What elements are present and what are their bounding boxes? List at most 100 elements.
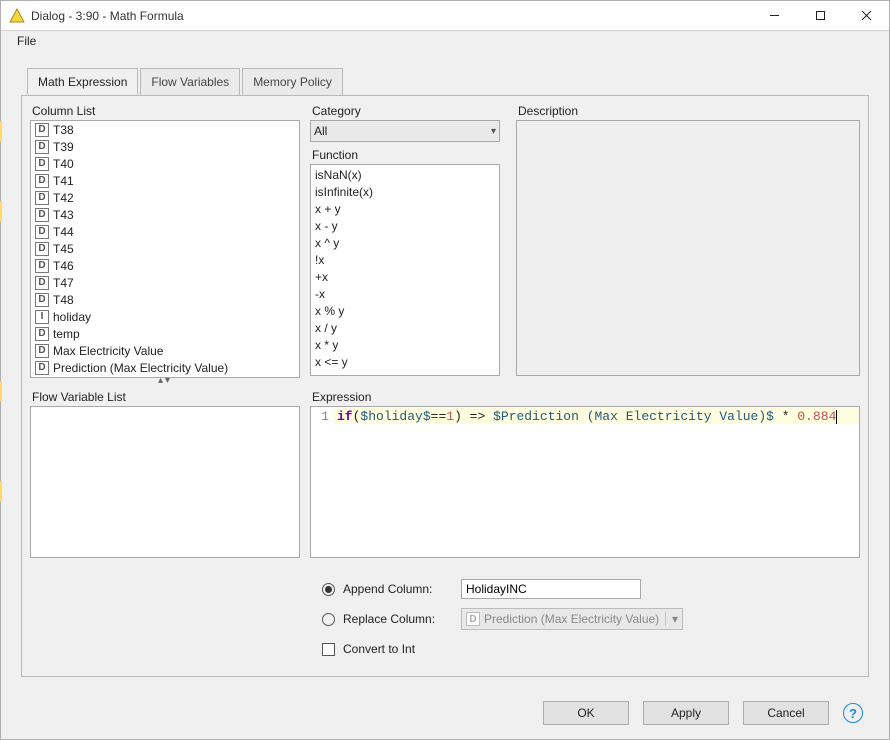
expression-label: Expression	[310, 390, 860, 404]
column-list-item-label: T42	[53, 191, 74, 205]
function-list[interactable]: isNaN(x)isInfinite(x)x + yx - yx ^ y!x+x…	[310, 164, 500, 376]
column-list-item[interactable]: DT47	[31, 274, 299, 291]
dialog-button-bar: OK Apply Cancel ?	[1, 701, 889, 725]
double-type-icon: D	[35, 293, 49, 307]
bg-hint	[0, 381, 2, 401]
function-list-item[interactable]: x % y	[311, 302, 499, 319]
replace-column-row: Replace Column: D Prediction (Max Electr…	[322, 604, 848, 634]
expression-code[interactable]: if($holiday$==1) => $Prediction (Max Ele…	[333, 407, 859, 424]
minimize-button[interactable]	[751, 1, 797, 30]
tab-math-expression[interactable]: Math Expression	[27, 68, 138, 95]
tab-strip: Math Expression Flow Variables Memory Po…	[21, 67, 869, 94]
function-list-item[interactable]: x / y	[311, 319, 499, 336]
column-list-item-label: T38	[53, 123, 74, 137]
maximize-button[interactable]	[797, 1, 843, 30]
bg-hint	[0, 201, 2, 221]
tab-panel: Column List DT37DT38DT39DT40DT41DT42DT43…	[21, 95, 869, 677]
category-select-value: All	[314, 124, 327, 138]
column-list-item[interactable]: DMax Electricity Value	[31, 342, 299, 359]
description-col: Description	[516, 104, 860, 376]
column-list-label: Column List	[30, 104, 300, 118]
expression-editor[interactable]: 1 if($holiday$==1) => $Prediction (Max E…	[310, 406, 860, 558]
column-list-item-label: holiday	[53, 310, 91, 324]
double-type-icon: D	[35, 191, 49, 205]
tok-eq: ==	[431, 409, 447, 424]
flow-variable-label: Flow Variable List	[30, 390, 300, 404]
window-title: Dialog - 3:90 - Math Formula	[31, 9, 751, 23]
tok-if: if	[337, 409, 353, 424]
function-list-item[interactable]: !x	[311, 251, 499, 268]
column-list-item[interactable]: Iholiday	[31, 308, 299, 325]
function-list-item[interactable]: x >= y	[311, 370, 499, 376]
center-stack: Category All ▾ Function isNaN(x)isInfini…	[310, 104, 860, 384]
convert-to-int-checkbox[interactable]	[322, 643, 335, 656]
double-type-icon: D	[35, 276, 49, 290]
column-list-item[interactable]: DT44	[31, 223, 299, 240]
replace-column-value: Prediction (Max Electricity Value)	[484, 612, 659, 626]
function-list-item[interactable]: x - y	[311, 217, 499, 234]
text-cursor	[836, 410, 837, 424]
tab-flow-variables[interactable]: Flow Variables	[140, 68, 240, 95]
tab-memory-policy[interactable]: Memory Policy	[242, 68, 343, 95]
replace-column-select[interactable]: D Prediction (Max Electricity Value) ▾	[461, 608, 683, 630]
column-list-item[interactable]: DT40	[31, 155, 299, 172]
tok-pred: $Prediction (Max Electricity Value)$	[493, 409, 774, 424]
column-list-item[interactable]: Dtemp	[31, 325, 299, 342]
apply-button[interactable]: Apply	[643, 701, 729, 725]
column-list-item[interactable]: DT48	[31, 291, 299, 308]
function-list-item[interactable]: isInfinite(x)	[311, 183, 499, 200]
function-list-item[interactable]: isNaN(x)	[311, 166, 499, 183]
tok-paren-close: )	[454, 409, 462, 424]
menubar: File	[1, 31, 889, 51]
chevron-down-icon: ▾	[491, 126, 496, 137]
column-list-item[interactable]: DT41	[31, 172, 299, 189]
description-label: Description	[516, 104, 860, 118]
expression-line-1: 1 if($holiday$==1) => $Prediction (Max E…	[311, 407, 859, 424]
column-list-item[interactable]: D T42	[31, 189, 299, 206]
column-list-item-label: T41	[53, 174, 74, 188]
double-type-icon: D	[35, 140, 49, 154]
column-list-item-label: T43	[53, 208, 74, 222]
description-box[interactable]	[516, 120, 860, 376]
integer-type-icon: I	[35, 310, 49, 324]
column-list-item[interactable]: DT43	[31, 206, 299, 223]
category-select[interactable]: All ▾	[310, 120, 500, 142]
ok-button[interactable]: OK	[543, 701, 629, 725]
function-list-item[interactable]: -x	[311, 285, 499, 302]
output-options: Append Column: Replace Column: D Predict…	[322, 574, 848, 664]
menu-file[interactable]: File	[11, 32, 42, 50]
append-column-radio[interactable]	[322, 583, 335, 596]
help-button[interactable]: ?	[843, 703, 863, 723]
column-list-item[interactable]: DT38	[31, 121, 299, 138]
convert-to-int-label: Convert to Int	[343, 642, 415, 656]
column-list-item[interactable]: DT39	[31, 138, 299, 155]
function-list-item[interactable]: x + y	[311, 200, 499, 217]
column-list-item[interactable]: DT46	[31, 257, 299, 274]
replace-column-radio[interactable]	[322, 613, 335, 626]
function-list-item[interactable]: x * y	[311, 336, 499, 353]
column-list[interactable]: DT37DT38DT39DT40DT41DT42DT43DT44DT45DT46…	[30, 120, 300, 378]
cancel-button[interactable]: Cancel	[743, 701, 829, 725]
function-list-item[interactable]: +x	[311, 268, 499, 285]
dialog-window: Dialog - 3:90 - Math Formula File Math E…	[0, 0, 890, 740]
flow-variable-list[interactable]	[30, 406, 300, 558]
column-list-item-label: T45	[53, 242, 74, 256]
tok-holiday: $holiday$	[360, 409, 430, 424]
double-type-icon: D	[466, 612, 480, 626]
category-label: Category	[310, 104, 500, 118]
tok-one: 1	[446, 409, 454, 424]
replace-column-label: Replace Column:	[343, 612, 453, 626]
column-list-item-label: T46	[53, 259, 74, 273]
append-column-input[interactable]	[461, 579, 641, 599]
function-list-item[interactable]: x <= y	[311, 353, 499, 370]
function-list-item[interactable]: x ^ y	[311, 234, 499, 251]
column-list-item-label: temp	[53, 327, 80, 341]
tok-mul: *	[774, 409, 797, 424]
column-list-item[interactable]: DT45	[31, 240, 299, 257]
append-column-row: Append Column:	[322, 574, 848, 604]
close-button[interactable]	[843, 1, 889, 30]
column-list-item-label: Max Electricity Value	[53, 344, 163, 358]
category-function-col: Category All ▾ Function isNaN(x)isInfini…	[310, 104, 500, 376]
column-list-item-label: Prediction (Max Electricity Value)	[53, 361, 228, 375]
column-list-item[interactable]: DPrediction (Max Electricity Value)	[31, 359, 299, 376]
